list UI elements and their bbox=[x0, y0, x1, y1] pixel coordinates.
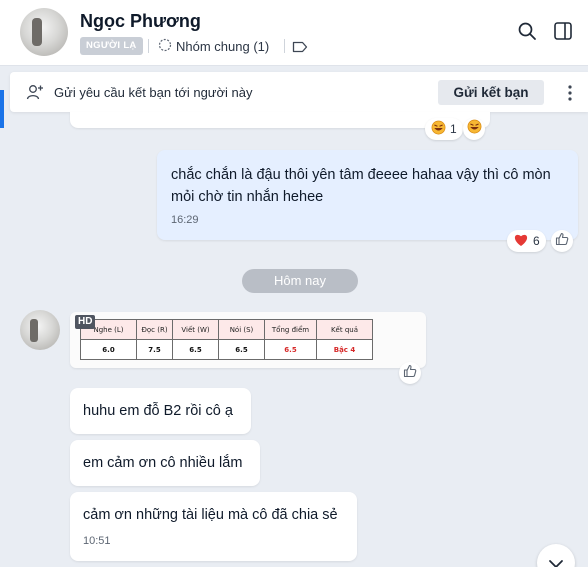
score-header: Đọc (R) bbox=[136, 319, 173, 340]
message-text: em cảm ơn cô nhiều lắm bbox=[83, 455, 243, 471]
score-table-row: 6.0 7.5 6.5 6.5 6.5 Bậc 4 bbox=[80, 339, 373, 360]
message-time: 16:29 bbox=[171, 214, 199, 226]
score-header: Tổng điểm bbox=[264, 319, 317, 340]
message-reactions[interactable]: 1 bbox=[425, 118, 463, 140]
score-cell: 6.5 bbox=[264, 339, 317, 360]
react-button[interactable] bbox=[399, 362, 421, 384]
group-icon bbox=[158, 38, 172, 55]
friend-request-bar: Gửi yêu cầu kết bạn tới người này Gửi kế… bbox=[10, 72, 588, 112]
message-time: 10:51 bbox=[83, 535, 111, 547]
common-groups-link[interactable]: Nhóm chung (1) bbox=[158, 38, 269, 55]
score-cell: 6.5 bbox=[172, 339, 219, 360]
stranger-badge: NGƯỜI LẠ bbox=[80, 37, 143, 55]
score-header: Viết (W) bbox=[172, 319, 219, 340]
heart-icon bbox=[513, 233, 529, 250]
thumbs-up-icon bbox=[403, 364, 417, 383]
tag-icon[interactable] bbox=[292, 40, 308, 58]
laughing-emoji-icon bbox=[467, 119, 482, 139]
message-text: huhu em đỗ B2 rồi cô ạ bbox=[83, 403, 233, 419]
score-cell: 6.0 bbox=[80, 339, 137, 360]
thumbs-up-icon bbox=[555, 232, 569, 251]
date-divider: Hôm nay bbox=[242, 269, 358, 293]
hd-badge: HD bbox=[75, 315, 96, 329]
score-cell: 6.5 bbox=[218, 339, 265, 360]
reaction-count: 1 bbox=[450, 122, 457, 136]
react-button[interactable] bbox=[551, 230, 573, 252]
score-table-header-row: Nghe (L) Đọc (R) Viết (W) Nói (S) Tổng đ… bbox=[80, 319, 373, 340]
friend-request-text: Gửi yêu cầu kết bạn tới người này bbox=[54, 85, 253, 100]
score-cell: Bậc 4 bbox=[316, 339, 373, 360]
image-message[interactable]: Nghe (L) Đọc (R) Viết (W) Nói (S) Tổng đ… bbox=[70, 312, 426, 368]
received-message-bubble[interactable]: cảm ơn những tài liệu mà cô đã chia sẻ 1… bbox=[70, 492, 357, 561]
contact-name[interactable]: Ngọc Phương bbox=[80, 11, 201, 32]
score-header: Kết quả bbox=[316, 319, 373, 340]
divider bbox=[148, 39, 149, 53]
received-message-bubble[interactable]: em cảm ơn cô nhiều lắm bbox=[70, 440, 260, 486]
message-text: chắc chắn là đậu thôi yên tâm đeeee haha… bbox=[171, 167, 551, 205]
sender-avatar[interactable] bbox=[20, 310, 60, 350]
add-user-icon bbox=[26, 83, 44, 106]
received-message-bubble[interactable]: huhu em đỗ B2 rồi cô ạ bbox=[70, 388, 251, 434]
react-button[interactable] bbox=[463, 118, 485, 140]
send-friend-request-button[interactable]: Gửi kết bạn bbox=[438, 80, 544, 105]
message-reactions[interactable]: 6 bbox=[507, 230, 546, 252]
laughing-emoji-icon bbox=[431, 120, 446, 138]
left-edge-accent bbox=[0, 90, 4, 128]
message-text: cảm ơn những tài liệu mà cô đã chia sẻ bbox=[83, 507, 338, 523]
common-groups-label: Nhóm chung (1) bbox=[176, 39, 270, 54]
score-cell: 7.5 bbox=[136, 339, 173, 360]
search-icon[interactable] bbox=[517, 21, 537, 46]
reaction-count: 6 bbox=[533, 234, 540, 248]
divider bbox=[284, 39, 285, 53]
chat-header: Ngọc Phương NGƯỜI LẠ Nhóm chung (1) bbox=[0, 0, 588, 66]
scroll-to-bottom-button[interactable] bbox=[537, 544, 575, 567]
score-header: Nói (S) bbox=[218, 319, 265, 340]
contact-avatar[interactable] bbox=[20, 8, 68, 56]
sidebar-toggle-icon[interactable] bbox=[553, 21, 573, 46]
more-options-icon[interactable] bbox=[561, 84, 579, 107]
score-table: Nghe (L) Đọc (R) Viết (W) Nói (S) Tổng đ… bbox=[80, 319, 373, 360]
chevron-down-icon bbox=[548, 556, 564, 567]
sent-message-bubble[interactable]: chắc chắn là đậu thôi yên tâm đeeee haha… bbox=[157, 150, 578, 240]
